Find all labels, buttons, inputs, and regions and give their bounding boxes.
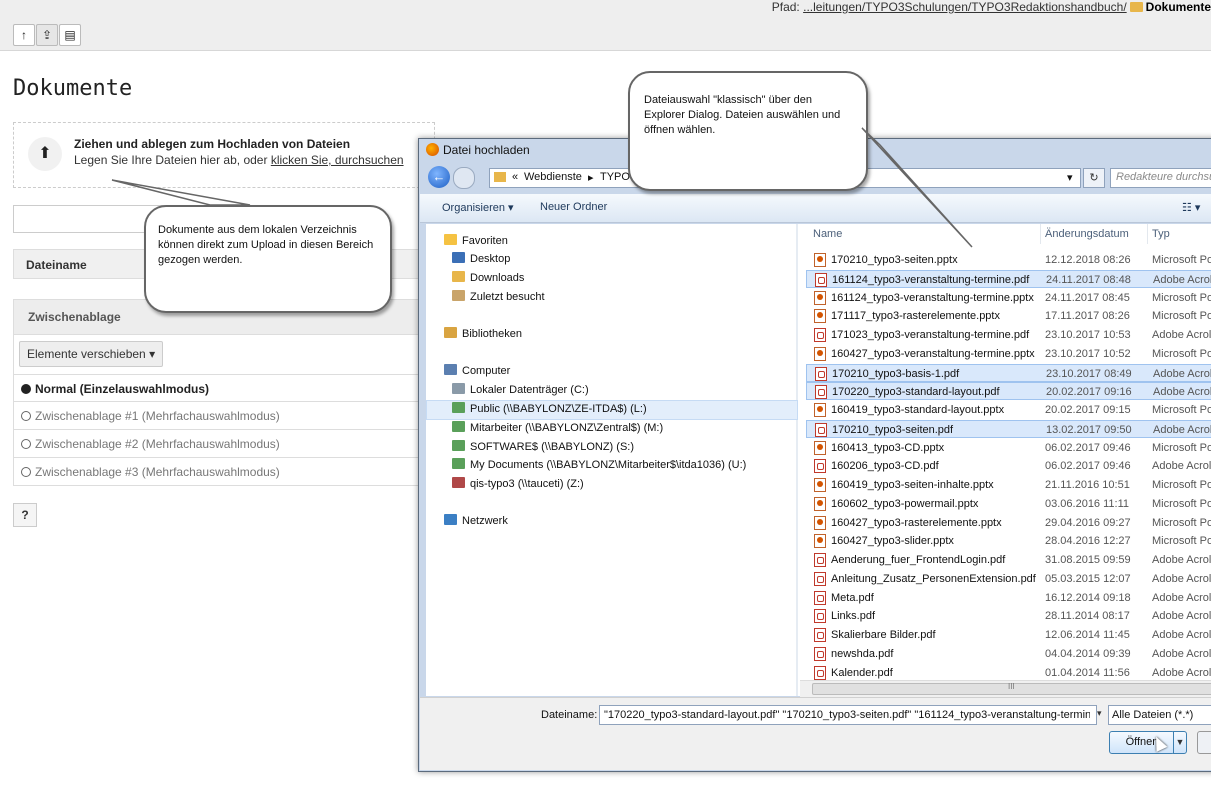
callout-pointer-right xyxy=(861,127,973,248)
callout-pointers xyxy=(111,127,973,248)
callout-pointer-left xyxy=(111,179,251,206)
